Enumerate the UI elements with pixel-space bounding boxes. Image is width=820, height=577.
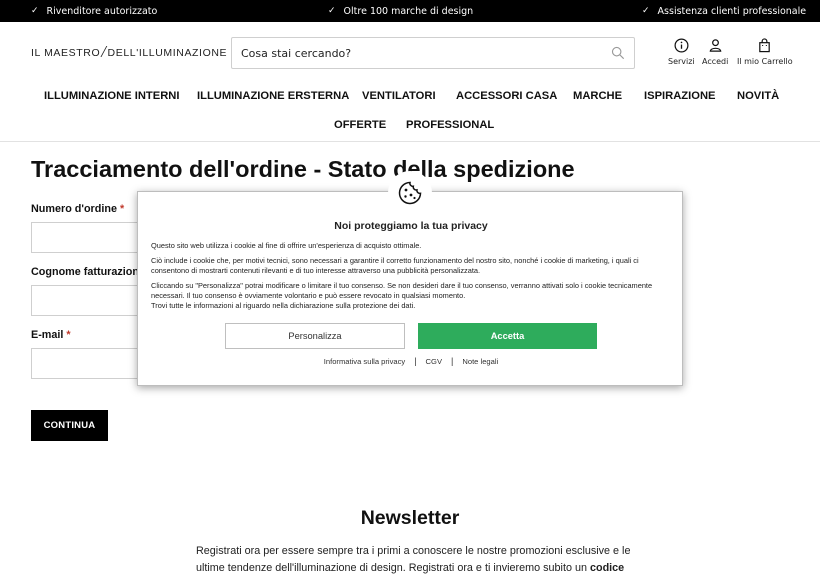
link-separator: |	[451, 356, 454, 366]
newsletter-text-bold: codice	[589, 562, 625, 574]
cgv-link[interactable]: CGV	[426, 357, 442, 366]
cart-button[interactable]: Il mio Carrello	[737, 38, 793, 66]
cookie-modal-paragraph: Cliccando su "Personalizza" potrai modif…	[151, 281, 653, 300]
required-mark: *	[66, 329, 71, 341]
nav-item-marche[interactable]: MARCHE	[573, 90, 622, 102]
cookie-modal-links: Informativa sulla privacy | CGV | Note l…	[138, 356, 684, 366]
cart-label: Il mio Carrello	[737, 57, 793, 66]
servizi-button[interactable]: Servizi	[668, 38, 695, 66]
continue-button[interactable]: CONTINUA	[31, 410, 108, 441]
user-icon	[709, 39, 722, 52]
topbar-item-support: ✓ Assistenza clienti professionale	[642, 0, 806, 22]
newsletter-text-body: Registrati ora per essere sempre tra i p…	[196, 545, 631, 574]
topbar-item-brands: ✓ Oltre 100 marche di design	[328, 0, 473, 22]
search-icon[interactable]	[611, 46, 625, 60]
cookie-modal-paragraph: Ciò include i cookie che, per motivi tec…	[151, 256, 639, 275]
topbar-item-authorized: ✓ Rivenditore autorizzato	[31, 0, 157, 22]
topbar-item-label: Assistenza clienti professionale	[657, 5, 807, 17]
billing-surname-label: Cognome fatturazione	[31, 266, 145, 278]
search-input[interactable]: Cosa stai cercando?	[231, 37, 635, 69]
cookie-badge	[388, 171, 432, 215]
shopping-bag-icon	[759, 38, 771, 53]
accedi-button[interactable]: Accedi	[702, 38, 728, 66]
newsletter-text: Registrati ora per essere sempre tra i p…	[196, 543, 636, 577]
email-label: E-mail *	[31, 329, 71, 341]
page-title: Tracciamento dell'ordine - Stato della s…	[31, 156, 575, 182]
privacy-policy-link[interactable]: Informativa sulla privacy	[324, 357, 405, 366]
site-logo[interactable]: IL MAESTRO/DELL'ILLUMINAZIONE	[31, 42, 228, 61]
check-icon: ✓	[31, 6, 39, 16]
order-number-label-text: Numero d'ordine	[31, 203, 117, 215]
order-number-label: Numero d'ordine *	[31, 203, 124, 215]
nav-item-offerte[interactable]: OFFERTE	[334, 119, 386, 131]
check-icon: ✓	[328, 6, 336, 16]
site-header: IL MAESTRO/DELL'ILLUMINAZIONE Cosa stai …	[0, 22, 820, 82]
required-mark: *	[119, 203, 125, 215]
link-separator: |	[414, 356, 417, 366]
nav-item-ispirazione[interactable]: ISPIRAZIONE	[644, 90, 715, 102]
cookie-modal-paragraph: Questo sito web utilizza i cookie al fin…	[151, 241, 422, 250]
nav-item-professional[interactable]: PROFESSIONAL	[406, 119, 494, 131]
search-placeholder: Cosa stai cercando?	[241, 46, 352, 60]
logo-text-right: DELL'ILLUMINAZIONE	[107, 47, 228, 59]
logo-mark: /	[101, 42, 107, 61]
cookie-consent-modal: Noi proteggiamo la tua privacy Questo si…	[137, 191, 683, 386]
topbar-item-label: Rivenditore autorizzato	[46, 5, 158, 17]
cookie-modal-title: Noi proteggiamo la tua privacy	[334, 220, 488, 232]
nav-item-accessori-casa[interactable]: ACCESSORI CASA	[456, 90, 557, 102]
cookie-modal-paragraph: Trovi tutte le informazioni al riguardo …	[151, 301, 416, 310]
accept-cookies-button[interactable]: Accetta	[418, 323, 597, 349]
customize-cookies-button[interactable]: Personalizza	[225, 323, 405, 349]
topbar-item-label: Oltre 100 marche di design	[343, 5, 474, 17]
cookie-icon	[398, 181, 422, 205]
nav-item-illuminazione-interni[interactable]: ILLUMINAZIONE INTERNI	[44, 90, 180, 102]
email-label-text: E-mail	[31, 329, 64, 341]
top-announcement-bar: ✓ Rivenditore autorizzato ✓ Oltre 100 ma…	[0, 0, 820, 22]
header-divider	[0, 141, 820, 142]
info-icon	[674, 38, 689, 53]
nav-item-illuminazione-esterna[interactable]: ILLUMINAZIONE ERSTERNA	[197, 90, 349, 102]
accedi-label: Accedi	[702, 57, 729, 66]
logo-text-left: IL MAESTRO	[31, 47, 101, 59]
nav-item-novita[interactable]: NOVITÀ	[737, 90, 779, 102]
legal-notes-link[interactable]: Note legali	[462, 357, 498, 366]
billing-surname-label-text: Cognome fatturazione	[31, 266, 145, 278]
check-icon: ✓	[642, 6, 650, 16]
servizi-label: Servizi	[668, 57, 695, 66]
nav-item-ventilatori[interactable]: VENTILATORI	[362, 90, 436, 102]
newsletter-title: Newsletter	[360, 507, 460, 529]
